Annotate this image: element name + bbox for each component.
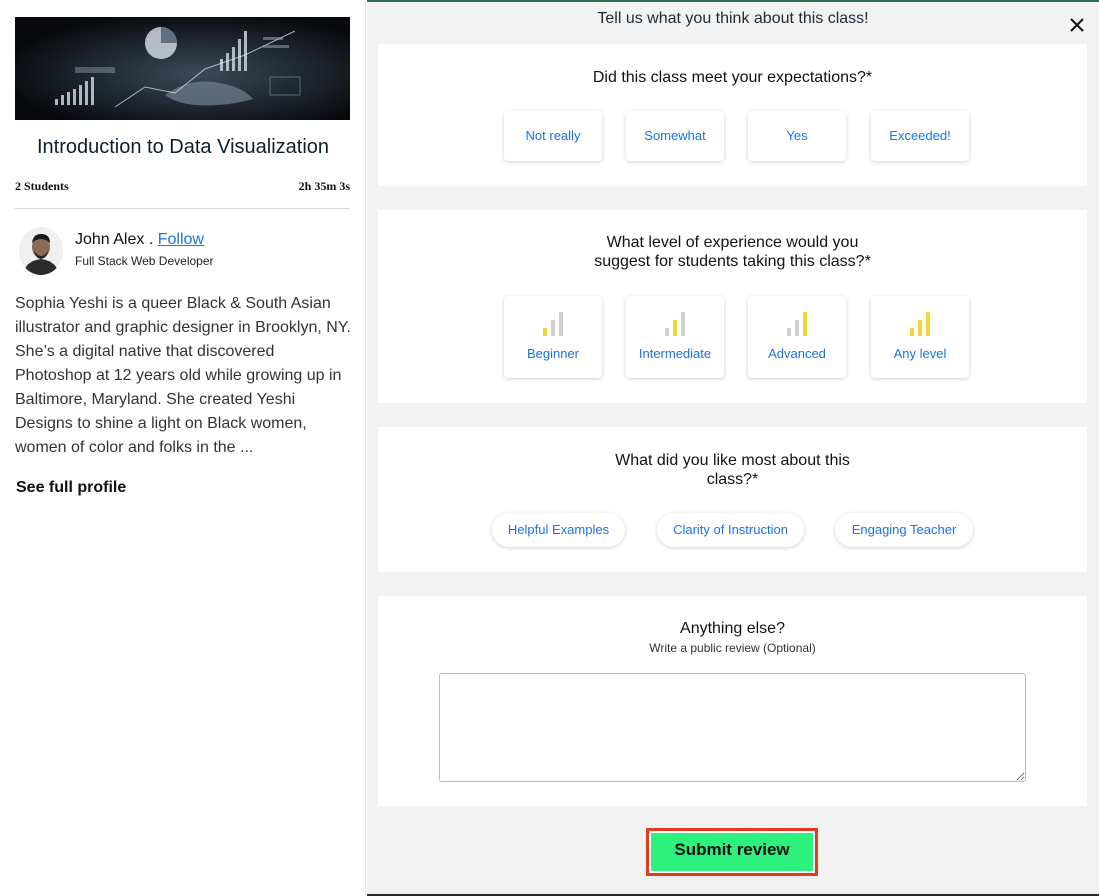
anything-else-card: Anything else? Write a public review (Op… (378, 596, 1087, 806)
top-accent-strip (367, 0, 1099, 2)
option-exceeded[interactable]: Exceeded! (871, 111, 969, 161)
option-clarity-of-instruction[interactable]: Clarity of Instruction (657, 513, 804, 547)
experience-question-line1: What level of experience would you (606, 234, 859, 251)
avatar (19, 227, 63, 275)
option-yes[interactable]: Yes (748, 111, 846, 161)
signal-3-bars-icon (787, 312, 807, 336)
see-full-profile-link[interactable]: See full profile (16, 479, 126, 497)
close-button[interactable] (1066, 14, 1088, 36)
submit-review-button[interactable]: Submit review (646, 828, 818, 876)
instructor-bio: Sophia Yeshi is a queer Black & South As… (15, 295, 351, 456)
submit-review-label: Submit review (651, 833, 813, 871)
anything-else-subtitle: Write a public review (Optional) (649, 641, 816, 655)
liked-most-card: What did you like most about this class?… (378, 427, 1087, 572)
level-beginner[interactable]: Beginner (504, 296, 602, 378)
instructor-photo (19, 227, 63, 275)
course-thumbnail (15, 17, 350, 120)
expectations-card: Did this class meet your expectations?* … (378, 44, 1087, 186)
data-visualization-image (15, 17, 350, 120)
level-advanced[interactable]: Advanced (748, 296, 846, 378)
review-panel: Tell us what you think about this class!… (367, 0, 1099, 896)
close-icon (1070, 18, 1084, 32)
review-title: Tell us what you think about this class! (597, 10, 869, 27)
level-intermediate[interactable]: Intermediate (626, 296, 724, 378)
option-helpful-examples[interactable]: Helpful Examples (492, 513, 625, 547)
experience-question: What level of experience would you sugge… (378, 233, 1087, 271)
divider (15, 208, 350, 209)
level-label: Any level (893, 346, 947, 361)
liked-most-question: What did you like most about this class?… (378, 451, 1087, 489)
follow-link[interactable]: Follow (158, 231, 204, 248)
signal-2-bars-icon (665, 312, 685, 336)
experience-level-card: What level of experience would you sugge… (378, 210, 1087, 403)
instructor-name: John Alex . (75, 231, 154, 248)
instructor-header: John Alex . Follow (75, 231, 204, 249)
course-meta: 2 Students 2h 35m 3s (15, 179, 350, 194)
course-title: Introduction to Data Visualization (36, 136, 330, 158)
option-somewhat[interactable]: Somewhat (626, 111, 724, 161)
signal-1-bar-icon (543, 312, 563, 336)
expectations-question: Did this class meet your expectations?* (592, 69, 873, 86)
level-label: Intermediate (638, 346, 712, 361)
review-textarea[interactable] (439, 673, 1026, 782)
experience-question-line2: suggest for students taking this class?* (594, 253, 871, 270)
liked-most-question-line1: What did you like most about this (615, 452, 850, 469)
instructor-role: Full Stack Web Developer (75, 254, 214, 268)
anything-else-question: Anything else? (680, 620, 785, 637)
course-duration: 2h 35m 3s (298, 179, 350, 193)
option-not-really[interactable]: Not really (504, 111, 602, 161)
student-count: 2 Students (15, 179, 69, 193)
class-info-panel: Introduction to Data Visualization 2 Stu… (0, 0, 366, 896)
level-label: Advanced (768, 346, 826, 361)
signal-all-bars-icon (910, 312, 930, 336)
level-label: Beginner (526, 346, 580, 361)
level-any[interactable]: Any level (871, 296, 969, 378)
liked-most-question-line2: class?* (706, 471, 759, 488)
option-engaging-teacher[interactable]: Engaging Teacher (835, 513, 973, 547)
